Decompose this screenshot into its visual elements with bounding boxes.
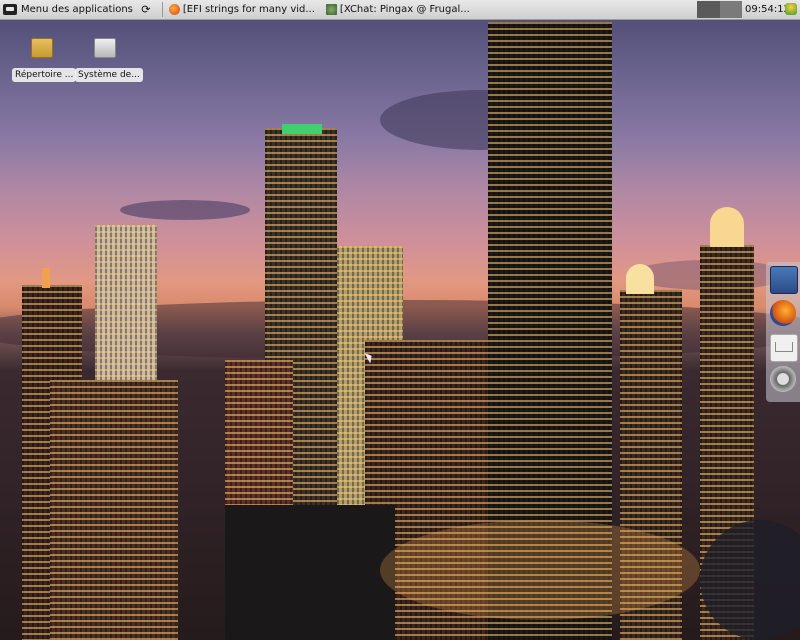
- desktop-icon-label: Système de...: [75, 68, 143, 82]
- firefox-icon: [168, 4, 180, 15]
- applications-menu-label: Menu des applications: [21, 4, 133, 15]
- clock[interactable]: 09:54:12: [745, 0, 790, 19]
- taskbar-item-firefox[interactable]: [EFI strings for many vid...: [166, 1, 321, 18]
- desktop-icon-home-folder[interactable]: Répertoire ...: [12, 38, 77, 82]
- taskbar-item-label: [XChat: Pingax @ Frugal...: [339, 4, 470, 15]
- taskbar-item-xchat[interactable]: [XChat: Pingax @ Frugal...: [323, 1, 476, 18]
- refresh-icon[interactable]: ⟳: [139, 3, 153, 16]
- taskbar-item-label: [EFI strings for many vid...: [182, 4, 315, 15]
- mail-icon[interactable]: [770, 334, 798, 362]
- monitor-icon[interactable]: [770, 266, 798, 294]
- workspace-pager[interactable]: [697, 1, 742, 18]
- drive-icon: [94, 38, 116, 58]
- workspace-1[interactable]: [697, 1, 720, 18]
- firefox-icon[interactable]: [770, 300, 796, 326]
- panel-separator: [161, 2, 163, 17]
- distro-logo-icon: [3, 4, 17, 15]
- desktop-icon-label: Répertoire ...: [12, 68, 77, 82]
- xchat-icon: [325, 4, 337, 15]
- update-notifier-icon[interactable]: [785, 3, 797, 15]
- launcher-dock: [766, 262, 800, 402]
- desktop-icon-filesystem[interactable]: Système de...: [75, 38, 143, 82]
- folder-icon: [31, 38, 53, 58]
- desktop-wallpaper: [0, 0, 800, 640]
- workspace-2[interactable]: [719, 1, 742, 18]
- disc-icon[interactable]: [770, 366, 796, 392]
- top-panel: Menu des applications ⟳ [EFI strings for…: [0, 0, 800, 20]
- applications-menu-button[interactable]: Menu des applications: [0, 0, 139, 19]
